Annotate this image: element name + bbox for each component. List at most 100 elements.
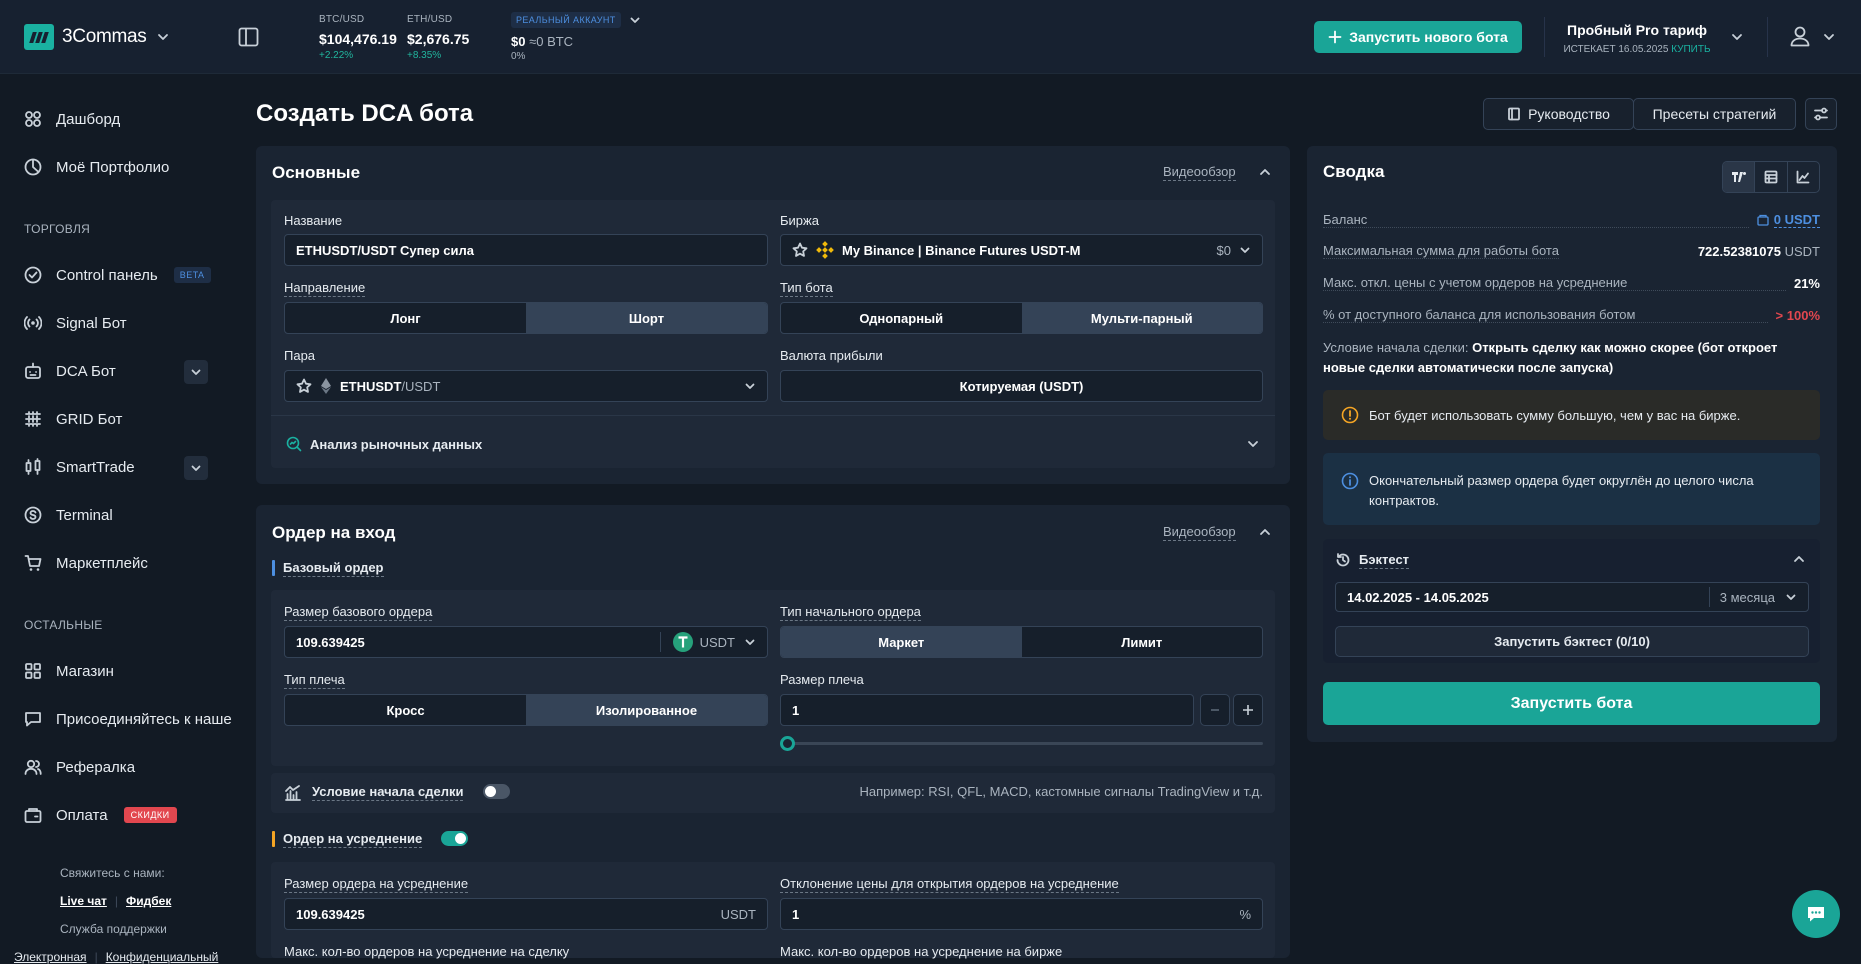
- smarttrade-icon: [24, 458, 42, 476]
- base-order-size-input[interactable]: 109.639425 USDT: [284, 626, 768, 658]
- sidebar-item-dashboard[interactable]: Дашборд: [24, 110, 120, 128]
- leverage-decrement-button[interactable]: [1200, 694, 1230, 726]
- sidebar-item-shop[interactable]: Магазин: [24, 662, 114, 680]
- balance-link[interactable]: 0 USDT: [1757, 212, 1820, 228]
- tradingview-view-button[interactable]: [1723, 162, 1755, 192]
- sidebar-item-signal-bot[interactable]: Signal Бот: [24, 314, 127, 332]
- sidebar-item-payment[interactable]: Оплата СКИДКИ: [24, 806, 177, 824]
- averaging-order-toggle[interactable]: [441, 831, 468, 846]
- guide-button[interactable]: Руководство: [1483, 98, 1634, 130]
- price-deviation-input[interactable]: 1 %: [780, 898, 1263, 930]
- leverage-increment-button[interactable]: [1233, 694, 1263, 726]
- live-chat-link[interactable]: Live чат: [60, 894, 107, 908]
- averaging-size-input[interactable]: 109.639425 USDT: [284, 898, 768, 930]
- pair-select[interactable]: ETHUSDT/USDT: [284, 370, 768, 402]
- entry-order-title: Ордер на вход: [272, 523, 396, 542]
- summary-balance-usage-value: > 100%: [1775, 307, 1820, 323]
- star-icon[interactable]: [296, 378, 312, 394]
- warning-icon: [1341, 406, 1359, 424]
- feedback-link[interactable]: Фидбек: [126, 894, 171, 908]
- direction-long-option[interactable]: Лонг: [285, 303, 526, 333]
- top-bar: 3Commas BTC/USD $104,476.19 +2.22% ETH/U…: [0, 0, 1861, 74]
- backtest-range-select[interactable]: 14.02.2025 - 14.05.2025 3 месяца: [1335, 582, 1809, 612]
- leverage-isolated-option[interactable]: Изолированное: [526, 695, 767, 725]
- exchange-select[interactable]: My Binance | Binance Futures USDT-M $0: [780, 234, 1263, 266]
- chevron-down-icon[interactable]: [1785, 591, 1797, 603]
- profit-currency-toggle: Котируемая (USDT): [780, 370, 1263, 402]
- logo-icon: [24, 24, 54, 50]
- account-selector[interactable]: РЕАЛЬНЫЙ АККАУНТ $0 ≈0 BTC 0%: [511, 12, 641, 62]
- deal-start-condition-toggle[interactable]: [483, 784, 510, 799]
- leverage-slider-track[interactable]: [787, 742, 1263, 745]
- plan-buy-link[interactable]: КУПИТЬ: [1671, 44, 1710, 55]
- sidebar-item-grid-bot[interactable]: GRID Бот: [24, 410, 122, 428]
- summary-row-label: Макс. откл. цены с учетом ордеров на уср…: [1323, 275, 1628, 290]
- bot-type-multi-option[interactable]: Мульти-парный: [1021, 303, 1262, 333]
- run-backtest-button[interactable]: Запустить бэктест (0/10): [1335, 626, 1809, 657]
- launch-bot-button[interactable]: Запустить бота: [1323, 682, 1820, 725]
- privacy-link[interactable]: Конфиденциальный: [106, 950, 219, 964]
- strategy-presets-button[interactable]: Пресеты стратегий: [1633, 98, 1796, 130]
- chevron-down-icon[interactable]: [1822, 30, 1836, 44]
- bot-type-single-option[interactable]: Однопарный: [781, 303, 1022, 333]
- leverage-slider-handle[interactable]: [780, 736, 795, 751]
- leverage-type-toggle: Кросс Изолированное: [284, 694, 768, 726]
- chevron-down-icon[interactable]: [156, 30, 170, 44]
- divider: [1708, 587, 1710, 607]
- profit-currency-quote-option[interactable]: Котируемая (USDT): [781, 371, 1262, 401]
- summary-row-label: Максимальная сумма для работы бота: [1323, 243, 1559, 259]
- chevron-down-icon[interactable]: [744, 636, 756, 648]
- sidebar-item-control[interactable]: Control панель BETA: [24, 266, 211, 284]
- chevron-up-icon[interactable]: [1258, 525, 1272, 539]
- chart-view-button[interactable]: [1786, 162, 1819, 192]
- direction-short-option[interactable]: Шорт: [526, 303, 767, 333]
- chevron-up-icon[interactable]: [1792, 552, 1806, 566]
- sidebar-toggle-icon[interactable]: [238, 27, 259, 47]
- market-analysis-toggle[interactable]: Анализ рыночных данных: [286, 436, 482, 452]
- line-chart-icon: [1796, 170, 1810, 184]
- sidebar-item-marketplace[interactable]: Маркетплейс: [24, 554, 148, 572]
- chevron-down-icon[interactable]: [1246, 437, 1260, 451]
- dashboard-icon: [24, 110, 42, 128]
- chevron-down-icon: [190, 366, 202, 378]
- ethereum-icon: [320, 378, 332, 394]
- order-type-market-option[interactable]: Маркет: [781, 627, 1022, 657]
- backtest-period-value[interactable]: 3 месяца: [1720, 590, 1775, 605]
- sidebar-item-label: Маркетплейс: [56, 554, 148, 572]
- accent-bar: [272, 560, 275, 576]
- sidebar-item-portfolio[interactable]: Моё Портфолио: [24, 158, 169, 176]
- video-review-link[interactable]: Видеообзор: [1163, 524, 1236, 541]
- sidebar-item-referral[interactable]: Рефералка: [24, 758, 135, 776]
- leverage-size-input[interactable]: 1: [780, 694, 1194, 726]
- plan-info[interactable]: Пробный Pro тариф ИСТЕКАЕТ 16.05.2025 КУ…: [1545, 22, 1729, 55]
- sidebar-item-terminal[interactable]: Terminal: [24, 506, 113, 524]
- separator: |: [114, 894, 118, 908]
- sidebar-item-smarttrade[interactable]: SmartTrade: [24, 458, 135, 476]
- start-new-bot-button[interactable]: Запустить нового бота: [1314, 21, 1522, 53]
- user-icon[interactable]: [1789, 25, 1811, 47]
- averaging-size-value: 109.639425: [296, 906, 365, 922]
- sidebar-item-dca-bot[interactable]: DCA Бот: [24, 362, 116, 380]
- table-view-button[interactable]: [1754, 162, 1786, 192]
- settings-button[interactable]: [1805, 98, 1837, 130]
- chevron-up-icon[interactable]: [1258, 165, 1272, 179]
- logo[interactable]: 3Commas: [24, 24, 147, 50]
- order-type-limit-option[interactable]: Лимит: [1022, 627, 1263, 657]
- support-chat-button[interactable]: [1792, 890, 1840, 938]
- smarttrade-expand-button[interactable]: [184, 456, 208, 480]
- settings-icon: [1813, 106, 1829, 122]
- exchange-value: My Binance | Binance Futures USDT-M: [842, 242, 1081, 258]
- leverage-cross-option[interactable]: Кросс: [285, 695, 526, 725]
- minus-icon: [1209, 704, 1221, 716]
- profit-currency-label: Валюта прибыли: [780, 348, 883, 363]
- bot-name-input[interactable]: ETHUSDT/USDT Супер сила: [284, 234, 768, 266]
- star-icon[interactable]: [792, 242, 808, 258]
- account-balance-btc: ≈0 BTC: [529, 34, 574, 49]
- chevron-down-icon[interactable]: [1730, 30, 1744, 44]
- sidebar-item-community[interactable]: Присоединяйтесь к наше: [24, 710, 232, 728]
- start-order-type-toggle: Маркет Лимит: [780, 626, 1263, 658]
- video-review-link[interactable]: Видеообзор: [1163, 164, 1236, 181]
- dca-bot-expand-button[interactable]: [184, 360, 208, 384]
- beta-badge: BETA: [173, 267, 211, 283]
- email-link[interactable]: Электронная: [14, 950, 87, 964]
